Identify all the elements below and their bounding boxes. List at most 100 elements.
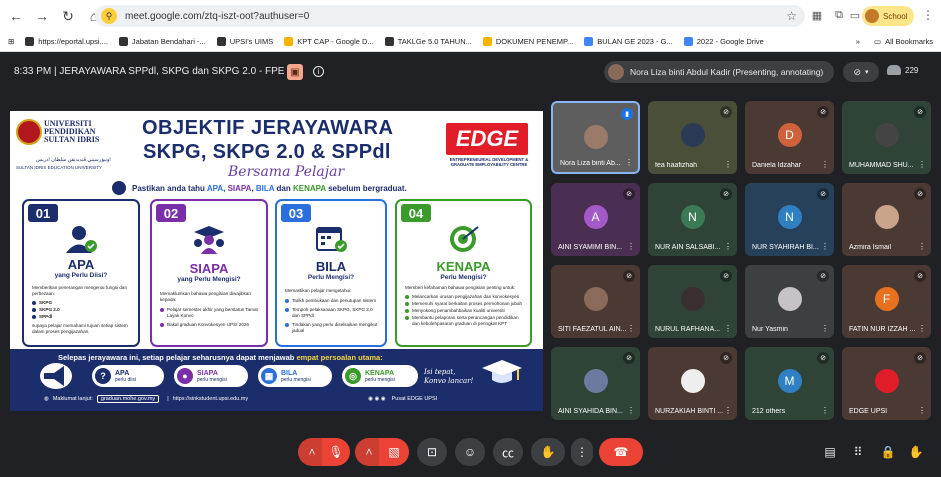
- browser-menu-icon[interactable]: ⋮: [922, 8, 934, 22]
- hand-raised-icon[interactable]: ✋: [908, 444, 924, 460]
- upsi-seal-icon: [16, 119, 42, 145]
- profile-button[interactable]: School: [862, 6, 914, 26]
- participant-tile[interactable]: ⊘ Azmira Ismail ⋮: [842, 183, 931, 256]
- bookmarks-bar: ⊞ https://eportal.upsi.... Jabatan Benda…: [0, 32, 941, 52]
- card-heading: KENAPA: [436, 259, 491, 274]
- pill-apa: ? APA perlu diisi: [92, 365, 164, 387]
- presenter-chip[interactable]: Nora Liza binti Abdul Kadir (Presenting,…: [604, 61, 834, 83]
- bookmark-favicon: [216, 37, 226, 46]
- mic-off-icon: ⊘: [914, 352, 926, 364]
- activities-icon[interactable]: ⠿: [850, 444, 866, 460]
- captions-toggle-button[interactable]: ㏄: [493, 438, 523, 466]
- reactions-button[interactable]: ☺: [455, 438, 485, 466]
- participant-tile[interactable]: ⊘ MUHAMMAD SHU... ⋮: [842, 101, 931, 174]
- all-bookmarks-button[interactable]: » ▭ All Bookmarks: [856, 37, 933, 46]
- tile-more-icon[interactable]: ⋮: [627, 324, 635, 333]
- participant-tile[interactable]: ⊘ SITI FAEZATUL AIN... ⋮: [551, 265, 640, 338]
- bookmark-item[interactable]: https://eportal.upsi....: [25, 37, 108, 46]
- tile-more-icon[interactable]: ⋮: [724, 406, 732, 415]
- browser-toolbar: ← → ↻ ⌂ ⚲ meet.google.com/ztq-iszt-oot?a…: [0, 0, 941, 32]
- bookmark-item[interactable]: BULAN GE 2023 - G...: [584, 37, 673, 46]
- bookmark-item[interactable]: DOKUMEN PENEMP...: [482, 37, 573, 46]
- tile-more-icon[interactable]: ⋮: [724, 324, 732, 333]
- extensions-puzzle-icon[interactable]: ⧉: [832, 8, 846, 22]
- tile-more-icon[interactable]: ⋮: [918, 160, 926, 169]
- address-bar[interactable]: ⚲ meet.google.com/ztq-iszt-oot?authuser=…: [95, 5, 805, 27]
- participant-name: AINI SYAHIDA BIN...: [558, 408, 623, 415]
- mic-off-icon: ⊘: [720, 106, 732, 118]
- drive-icon: [284, 37, 294, 46]
- presenter-avatar: [608, 64, 624, 80]
- tile-more-icon[interactable]: ⋮: [821, 160, 829, 169]
- participant-tile[interactable]: ⊘ Nur Yasmin ⋮: [745, 265, 834, 338]
- tile-more-icon[interactable]: ⋮: [724, 160, 732, 169]
- participant-tile[interactable]: ▮ Nora Liza binti Ab... ⋮: [551, 101, 640, 174]
- chat-icon[interactable]: ▤: [822, 444, 838, 460]
- mic-off-icon: ⊘: [817, 106, 829, 118]
- participant-tile[interactable]: ⊘ EDGE UPSI ⋮: [842, 347, 931, 420]
- tile-more-icon[interactable]: ⋮: [625, 158, 633, 167]
- bookmark-item[interactable]: UPSI's UIMS: [216, 37, 274, 46]
- participants-button[interactable]: 229: [887, 65, 918, 75]
- participant-tile[interactable]: ⊘ NURZAKIAH BINTI ... ⋮: [648, 347, 737, 420]
- slide-subtitle: SKPG, SKPG 2.0 & SPPdl: [143, 141, 391, 163]
- split-view-icon[interactable]: ▭: [848, 8, 862, 22]
- captions-button[interactable]: ⊘ ▾: [843, 62, 879, 82]
- tile-more-icon[interactable]: ⋮: [821, 406, 829, 415]
- cc-icon: ㏄: [501, 445, 514, 460]
- participant-tile[interactable]: N ⊘ NUR AIN SALSABI... ⋮: [648, 183, 737, 256]
- tile-more-icon[interactable]: ⋮: [627, 406, 635, 415]
- participant-tile[interactable]: ⊘ AINI SYAHIDA BIN... ⋮: [551, 347, 640, 420]
- url-text[interactable]: meet.google.com/ztq-iszt-oot?authuser=0: [125, 11, 309, 22]
- apps-icon[interactable]: ⊞: [8, 37, 14, 46]
- card-bila: 03 BILA Perlu Mengisi? Memastikan pelaja…: [275, 199, 387, 347]
- hangup-icon: ☎: [613, 445, 629, 459]
- leave-call-button[interactable]: ☎: [599, 438, 643, 466]
- more-options-button[interactable]: ⋮: [571, 438, 593, 466]
- avatar: F: [874, 287, 899, 311]
- participant-tile[interactable]: D ⊘ Daniela Idzahar ⋮: [745, 101, 834, 174]
- back-icon[interactable]: ←: [6, 6, 26, 26]
- tile-more-icon[interactable]: ⋮: [627, 242, 635, 251]
- participant-tile[interactable]: A ⊘ AINI SYAMIMI BIN... ⋮: [551, 183, 640, 256]
- tile-more-icon[interactable]: ⋮: [821, 242, 829, 251]
- reload-icon[interactable]: ↻: [58, 6, 78, 26]
- bookmark-star-icon[interactable]: ☆: [786, 9, 797, 23]
- mic-off-icon: ⊘: [914, 270, 926, 282]
- host-controls-icon[interactable]: 🔒: [880, 444, 896, 460]
- bookmark-item[interactable]: 2022 - Google Drive: [683, 37, 764, 46]
- tile-more-icon[interactable]: ⋮: [918, 242, 926, 251]
- participant-name: NUR AIN SALSABI...: [655, 244, 721, 251]
- participant-tile[interactable]: ⊘ NURUL RAFHANA... ⋮: [648, 265, 737, 338]
- participant-name: Azmira Ismail: [849, 244, 892, 251]
- forward-icon[interactable]: →: [32, 6, 52, 26]
- graduate-group-icon: [191, 223, 227, 255]
- participant-tile[interactable]: F ⊘ FATIN NUR IZZAH ... ⋮: [842, 265, 931, 338]
- chevron-right-icon: »: [855, 37, 860, 46]
- drive-icon: [584, 37, 594, 46]
- card-number: 01: [28, 204, 58, 222]
- info-icon[interactable]: i: [313, 66, 324, 77]
- mic-off-button[interactable]: 🎙: [322, 438, 350, 466]
- bookmark-label: UPSI's UIMS: [229, 37, 274, 46]
- tile-more-icon[interactable]: ⋮: [724, 242, 732, 251]
- tile-more-icon[interactable]: ⋮: [918, 324, 926, 333]
- participant-tile[interactable]: ⊘ fea haafizhah ⋮: [648, 101, 737, 174]
- tile-more-icon[interactable]: ⋮: [918, 406, 926, 415]
- bookmark-item[interactable]: KPT CAP - Google D...: [284, 37, 374, 46]
- participant-name: 212 others: [752, 408, 786, 415]
- camera-off-button[interactable]: ▧: [379, 438, 409, 466]
- bookmark-item[interactable]: Jabatan Bendahari -...: [118, 37, 206, 46]
- site-info-icon[interactable]: ⚲: [101, 8, 117, 24]
- bookmark-item[interactable]: TAKLGe 5.0 TAHUN...: [384, 37, 472, 46]
- emoji-icon: ☺: [463, 445, 477, 459]
- upsi-name: UNIVERSITI PENDIDIKAN SULTAN IDRIS: [44, 119, 100, 144]
- meeting-controls: ˄ 🎙 ˄ ▧ ⊡ ☺ ㏄ ✋ ⋮ ☎ ▤ ⠿ 🔒 ✋: [0, 432, 941, 477]
- raise-hand-button[interactable]: ✋: [531, 438, 565, 466]
- recording-icon[interactable]: ▣: [287, 64, 303, 80]
- present-button[interactable]: ⊡: [417, 438, 447, 466]
- tile-more-icon[interactable]: ⋮: [821, 324, 829, 333]
- participant-tile[interactable]: N ⊘ NUR SYAHIRAH BI... ⋮: [745, 183, 834, 256]
- participant-tile[interactable]: M ⊘ 212 others ⋮: [745, 347, 834, 420]
- extension-icon[interactable]: ▦: [810, 8, 824, 22]
